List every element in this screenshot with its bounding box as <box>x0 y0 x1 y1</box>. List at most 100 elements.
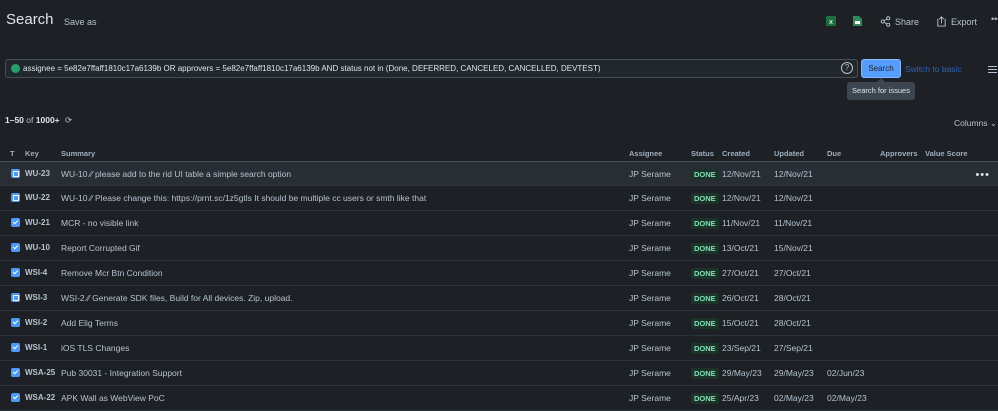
col-header-created[interactable]: Created <box>722 149 750 158</box>
results-range: 1–50 <box>5 115 24 125</box>
share-button[interactable]: Share <box>880 16 919 27</box>
updated-cell: 11/Nov/21 <box>774 218 813 228</box>
search-button[interactable]: Search <box>861 59 901 78</box>
assignee-cell: JP Serame <box>629 169 671 179</box>
status-badge[interactable]: DONE <box>691 268 719 279</box>
csv-icon[interactable] <box>851 15 863 27</box>
col-header-value-score[interactable]: Value Score <box>925 149 968 158</box>
columns-button[interactable]: Columns ⌄ <box>954 118 997 129</box>
created-cell: 12/Nov/21 <box>722 169 761 179</box>
updated-cell: 12/Nov/21 <box>774 169 813 179</box>
task-icon <box>11 343 20 352</box>
assignee-cell: JP Serame <box>629 218 671 228</box>
status-badge[interactable]: DONE <box>691 293 719 304</box>
menu-icon[interactable] <box>988 66 997 75</box>
excel-icon[interactable]: x <box>825 15 837 27</box>
status-badge[interactable]: DONE <box>691 193 719 204</box>
issue-key-link[interactable]: WSI-4 <box>25 268 47 277</box>
results-total: 1000+ <box>35 115 60 125</box>
page-title: Search <box>6 11 54 28</box>
jql-query-input[interactable]: assignee = 5e82e7ffaff1810c17a6139b OR a… <box>5 59 858 78</box>
table-row[interactable]: WSI-1 iOS TLS Changes JP Serame DONE 23/Sep/… <box>0 336 998 361</box>
issue-summary-link[interactable]: Report Corrupted Gif <box>61 243 140 253</box>
assignee-cell: JP Serame <box>629 393 671 403</box>
issue-key-link[interactable]: WSI-2 <box>25 318 47 327</box>
svg-text:x: x <box>829 18 833 26</box>
issue-summary-link[interactable]: WU-10 ⁄⁄ Please change this: https://prn… <box>61 193 426 203</box>
updated-cell: 27/Sep/21 <box>774 343 813 353</box>
subtask-icon <box>11 293 20 302</box>
issue-summary-link[interactable]: iOS TLS Changes <box>61 343 129 353</box>
status-badge[interactable]: DONE <box>691 218 719 229</box>
subtask-icon <box>11 193 20 202</box>
status-badge[interactable]: DONE <box>691 368 719 379</box>
table-row[interactable]: WU-22 WU-10 ⁄⁄ Please change this: https:… <box>0 186 998 211</box>
task-icon <box>11 243 20 252</box>
table-row[interactable]: WSI-3 WSI-2 ⁄⁄ Generate SDK files, Build … <box>0 286 998 311</box>
created-cell: 23/Sep/21 <box>722 343 761 353</box>
export-button[interactable]: Export <box>936 16 977 27</box>
table-row[interactable]: WSI-4 Remove Mcr Btn Condition JP Serame DO… <box>0 261 998 286</box>
issue-key-link[interactable]: WU-23 <box>25 169 50 178</box>
table-row[interactable]: WSA-25 Pub 30031 - Integration Support JP … <box>0 361 998 386</box>
issue-key-link[interactable]: WU-10 <box>25 243 50 252</box>
table-row[interactable]: WSI-2 Add Elig Terms JP Serame DONE 15/Oct/2… <box>0 311 998 336</box>
more-actions-button[interactable]: ••• <box>991 14 998 24</box>
help-icon[interactable]: ? <box>841 62 853 74</box>
issue-summary-link[interactable]: WU-10 ⁄⁄ please add to the rid UI table … <box>61 169 291 179</box>
chevron-down-icon: ⌄ <box>989 118 998 128</box>
updated-cell: 28/Oct/21 <box>774 293 811 303</box>
col-header-key[interactable]: Key <box>25 149 39 158</box>
table-row[interactable]: WSA-22 APK Wall as WebView PoC JP Serame DO… <box>0 386 998 411</box>
assignee-cell: JP Serame <box>629 293 671 303</box>
col-header-approvers[interactable]: Approvers <box>880 149 918 158</box>
updated-cell: 02/May/23 <box>774 393 814 403</box>
switch-to-basic-link[interactable]: Switch to basic <box>905 64 962 74</box>
issue-summary-link[interactable]: Remove Mcr Btn Condition <box>61 268 163 278</box>
columns-label: Columns <box>954 118 988 128</box>
col-header-due[interactable]: Due <box>827 149 841 158</box>
table-row[interactable]: WU-23 WU-10 ⁄⁄ please add to the rid UI t… <box>0 161 998 186</box>
issue-summary-link[interactable]: MCR - no visible link <box>61 218 138 228</box>
issue-key-link[interactable]: WSA-25 <box>25 368 55 377</box>
task-icon <box>11 393 20 402</box>
issue-key-link[interactable]: WSI-1 <box>25 343 47 352</box>
updated-cell: 28/Oct/21 <box>774 318 811 328</box>
task-icon <box>11 368 20 377</box>
updated-cell: 27/Oct/21 <box>774 268 811 278</box>
issue-key-link[interactable]: WU-21 <box>25 218 50 227</box>
updated-cell: 29/May/23 <box>774 368 814 378</box>
row-actions-icon[interactable]: ••• <box>975 169 990 181</box>
search-tooltip: Search for issues <box>847 78 915 100</box>
issue-key-link[interactable]: WU-22 <box>25 193 50 202</box>
jql-query-text[interactable]: assignee = 5e82e7ffaff1810c17a6139b OR a… <box>23 64 601 73</box>
refresh-icon[interactable]: ⟳ <box>65 115 72 126</box>
status-badge[interactable]: DONE <box>691 393 719 404</box>
results-count: 1–50 of 1000+ ⟳ <box>5 115 72 126</box>
issue-summary-link[interactable]: Pub 30031 - Integration Support <box>61 368 182 378</box>
due-cell: 02/May/23 <box>827 393 867 403</box>
table-row[interactable]: WU-21 MCR - no visible link JP Serame DONE 1… <box>0 211 998 236</box>
valid-query-icon <box>11 64 20 73</box>
issue-key-link[interactable]: WSI-3 <box>25 293 47 302</box>
table-row[interactable]: WU-10 Report Corrupted Gif JP Serame DONE 13… <box>0 236 998 261</box>
issue-key-link[interactable]: WSA-22 <box>25 393 55 402</box>
col-header-assignee[interactable]: Assignee <box>629 149 662 158</box>
issue-summary-link[interactable]: Add Elig Terms <box>61 318 118 328</box>
created-cell: 11/Nov/21 <box>722 218 761 228</box>
created-cell: 25/Apr/23 <box>722 393 759 403</box>
save-as-button[interactable]: Save as <box>64 17 97 27</box>
status-badge[interactable]: DONE <box>691 169 719 180</box>
col-header-summary[interactable]: Summary <box>61 149 95 158</box>
issue-summary-link[interactable]: WSI-2 ⁄⁄ Generate SDK files, Build for A… <box>61 293 293 303</box>
status-badge[interactable]: DONE <box>691 318 719 329</box>
col-header-status[interactable]: Status <box>691 149 714 158</box>
status-badge[interactable]: DONE <box>691 343 719 354</box>
col-header-updated[interactable]: Updated <box>774 149 804 158</box>
col-header-type[interactable]: T <box>10 149 15 158</box>
issue-summary-link[interactable]: APK Wall as WebView PoC <box>61 393 165 403</box>
assignee-cell: JP Serame <box>629 343 671 353</box>
created-cell: 27/Oct/21 <box>722 268 759 278</box>
task-icon <box>11 218 20 227</box>
status-badge[interactable]: DONE <box>691 243 719 254</box>
